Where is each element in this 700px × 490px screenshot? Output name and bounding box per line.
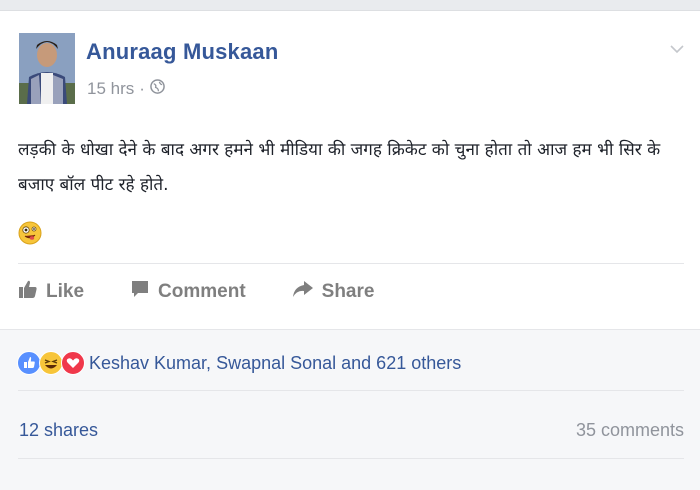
author-name[interactable]: Anuraag Muskaan: [86, 39, 279, 65]
reactions-text[interactable]: Keshav Kumar, Swapnal Sonal and 621 othe…: [89, 353, 461, 374]
love-reaction-icon: [61, 351, 85, 375]
post-options-chevron-icon[interactable]: [670, 41, 684, 59]
comment-label: Comment: [158, 281, 246, 302]
divider: [18, 263, 684, 264]
post-card: Anuraag Muskaan 15 hrs · लड़की के धोखा द…: [0, 10, 700, 490]
like-reaction-icon: [17, 351, 41, 375]
post-meta: 15 hrs ·: [87, 79, 165, 99]
divider: [18, 390, 684, 391]
globe-icon: [150, 79, 165, 99]
like-button[interactable]: Like: [18, 279, 84, 305]
reactions-summary[interactable]: Keshav Kumar, Swapnal Sonal and 621 othe…: [17, 351, 461, 375]
share-button[interactable]: Share: [292, 279, 375, 305]
comment-button[interactable]: Comment: [130, 279, 246, 305]
reaction-icons: [17, 351, 85, 375]
comments-count[interactable]: 35 comments: [576, 420, 684, 441]
post-timestamp[interactable]: 15 hrs: [87, 79, 134, 99]
post-text: लड़की के धोखा देने के बाद अगर हमने भी मी…: [18, 140, 661, 195]
crazy-face-emoji-icon: [18, 221, 42, 250]
share-arrow-icon: [292, 279, 314, 305]
divider: [18, 458, 684, 459]
share-label: Share: [321, 281, 375, 302]
like-label: Like: [46, 281, 85, 302]
thumbs-up-icon: [18, 279, 38, 305]
haha-reaction-icon: [39, 351, 63, 375]
comment-icon: [130, 279, 150, 305]
post-actions: Like Comment Share: [18, 279, 420, 305]
author-avatar[interactable]: [19, 33, 75, 104]
meta-separator: ·: [139, 79, 145, 98]
shares-count[interactable]: 12 shares: [19, 420, 98, 441]
